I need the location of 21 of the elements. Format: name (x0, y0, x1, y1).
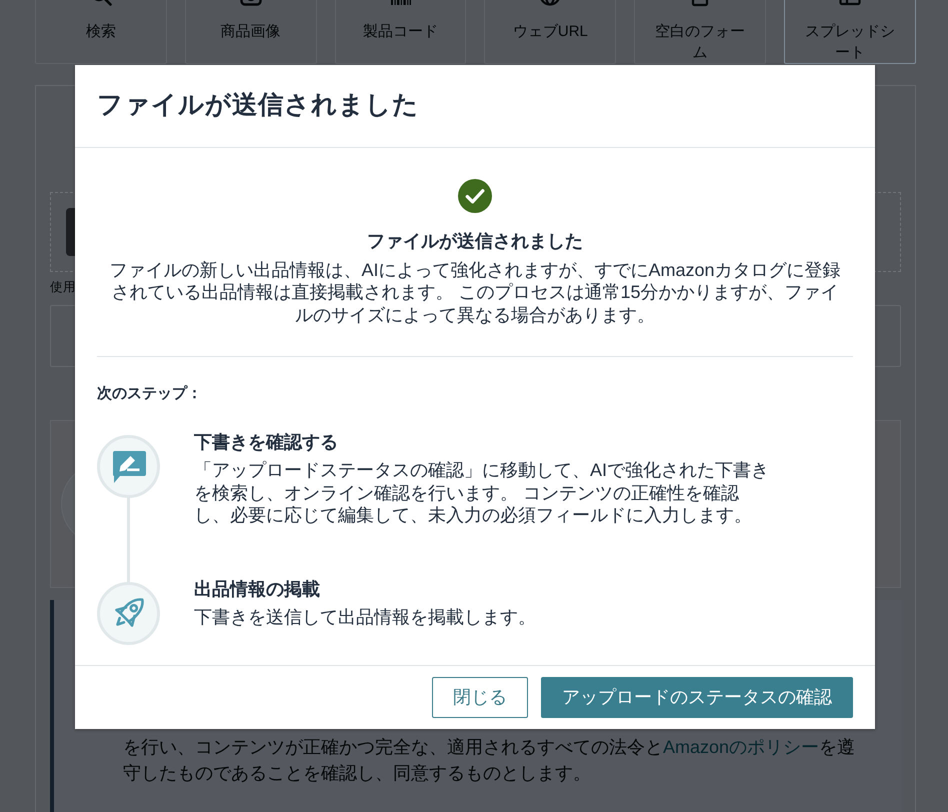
upload-method-tab[interactable]: 商品画像 (184, 0, 317, 64)
upload-method-tab[interactable]: スプレッドシート (784, 0, 916, 64)
upload-method-tab[interactable]: 検索 (35, 0, 167, 64)
dialog-title: ファイルが送信されました (97, 90, 419, 121)
upload-method-tab[interactable]: 製品コード (334, 0, 466, 64)
upload-method-tab[interactable]: ウェブURL (484, 0, 616, 64)
step-title: 下書きを確認する (194, 431, 338, 453)
check-status-button[interactable]: アップロードのステータスの確認 (541, 676, 853, 718)
step-description: 下書きを送信して出品情報を掲載します。 (194, 606, 537, 628)
step-description: 「アップロードステータスの確認」に移動して、AIで強化された下書きを検索し、オンライン確認を行います。 コンテンツの正確性を確認し、必要に応じて編集して、未入力の必須フィールドに入力します。 (194, 459, 770, 526)
status-heading: ファイルが送信されました (367, 230, 583, 252)
field-label: 使用 (50, 279, 76, 296)
notice-text: を行い、コンテンツが正確かつ完全な、適用されるすべての法令と Amazonのポリシーを遵守したものであることを確認し、同意するものとします。 (123, 736, 856, 785)
rocket-icon (97, 582, 160, 644)
policy-link[interactable]: Amazonのポリシー (663, 737, 820, 757)
close-button[interactable]: 閉じる (432, 676, 528, 718)
step-title: 出品情報の掲載 (194, 578, 320, 600)
next-steps-label: 次のステップ： (97, 384, 202, 404)
check-circle-icon (458, 179, 492, 213)
status-message: ファイルの新しい出品情報は、AIによって強化されますが、すでにAmazonカタログに登録されている出品情報は直接掲載されます。 このプロセスは通常15分かかりますが、ファイルのサイズによって異なる場合があります。 (108, 258, 842, 326)
upload-method-tab[interactable]: 空白のフォーム (634, 0, 766, 64)
